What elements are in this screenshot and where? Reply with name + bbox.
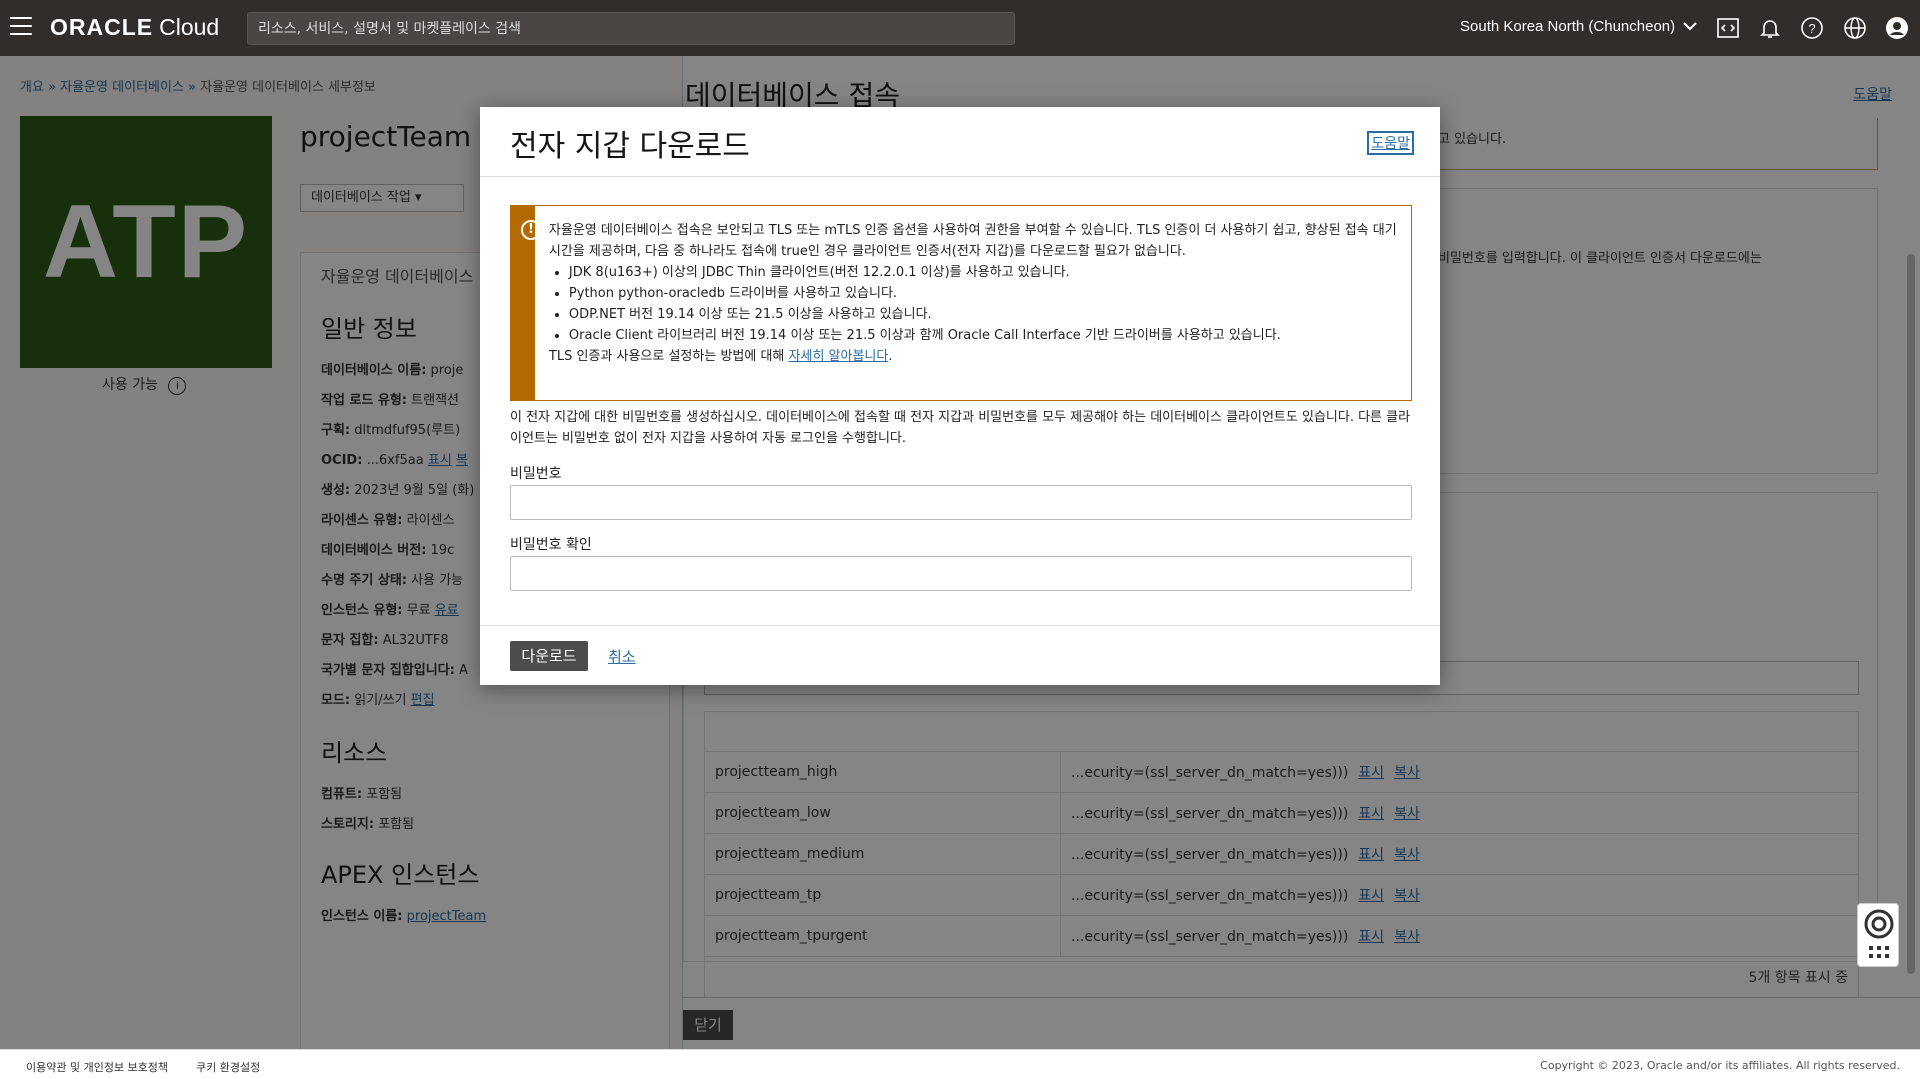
terms-link[interactable]: 이용약관 및 개인정보 보호정책 — [26, 1059, 168, 1075]
tls-notice: ! 자율운영 데이터베이스 접속은 보안되고 TLS 또는 mTLS 인증 옵션… — [510, 205, 1412, 401]
svg-text:?: ? — [1808, 21, 1815, 36]
notice-item: JDK 8(u163+) 이상의 JDBC Thin 클라이언트(버전 12.2… — [569, 262, 1397, 283]
logo-oracle: ORACLE — [50, 14, 154, 40]
region-label: South Korea North (Chuncheon) — [1460, 18, 1676, 35]
lifebuoy-icon — [1864, 909, 1894, 958]
cancel-link[interactable]: 취소 — [608, 646, 636, 667]
confirm-password-label: 비밀번호 확인 — [510, 537, 592, 553]
notice-outro-line: TLS 인증과 사용으로 설정하는 방법에 대해 자세히 알아봅니다. — [548, 349, 893, 364]
dialog-description: 이 전자 지갑에 대한 비밀번호를 생성하십시오. 데이터베이스에 접속할 때 … — [510, 410, 1411, 446]
dialog-footer: 다운로드 취소 — [480, 625, 1440, 685]
logo-cloud: Cloud — [159, 14, 220, 40]
dialog-help-link[interactable]: 도움말 — [1367, 131, 1414, 155]
top-bar: ORACLE Cloud 리소스, 서비스, 설명서 및 마켓플레이스 검색 So… — [0, 0, 1920, 56]
learn-more-link[interactable]: 자세히 알아봅니다 — [789, 349, 889, 364]
notice-text: 자율운영 데이터베이스 접속은 보안되고 TLS 또는 mTLS 인증 옵션을 … — [535, 206, 1411, 400]
download-button[interactable]: 다운로드 — [510, 641, 588, 671]
notice-intro: 자율운영 데이터베이스 접속은 보안되고 TLS 또는 mTLS 인증 옵션을 … — [548, 223, 1397, 259]
help-icon[interactable]: ? — [1800, 16, 1824, 40]
notice-item: ODP.NET 버전 19.14 이상 또는 21.5 이상을 사용하고 있습니… — [569, 304, 1397, 325]
copyright: Copyright © 2023, Oracle and/or its affi… — [1540, 1059, 1900, 1072]
download-wallet-dialog: 전자 지갑 다운로드 도움말 ! 자율운영 데이터베이스 접속은 보안되고 TL… — [480, 107, 1440, 685]
code-editor-icon[interactable] — [1716, 16, 1740, 40]
globe-icon[interactable] — [1843, 16, 1867, 40]
chevron-down-icon — [1683, 18, 1698, 35]
confirm-password-input[interactable] — [510, 556, 1412, 591]
dialog-title: 전자 지갑 다운로드 — [510, 129, 750, 164]
user-avatar-icon[interactable] — [1885, 16, 1909, 40]
notice-outro: TLS 인증과 사용으로 설정하는 방법에 대해 — [548, 349, 785, 364]
notice-bar: ! — [511, 206, 541, 400]
menu-icon[interactable] — [10, 17, 32, 35]
page-footer: 이용약관 및 개인정보 보호정책 쿠키 환경설정 Copyright © 202… — [0, 1049, 1920, 1079]
support-widget[interactable] — [1857, 903, 1899, 967]
cookie-preferences-link[interactable]: 쿠키 환경설정 — [196, 1059, 260, 1075]
warning-icon: ! — [521, 220, 541, 240]
bell-icon[interactable] — [1758, 16, 1782, 40]
oracle-cloud-logo[interactable]: ORACLE Cloud — [50, 14, 219, 41]
dialog-header: 전자 지갑 다운로드 도움말 — [480, 107, 1440, 177]
password-input[interactable] — [510, 485, 1412, 520]
search-input[interactable]: 리소스, 서비스, 설명서 및 마켓플레이스 검색 — [247, 12, 1015, 45]
notice-list: JDK 8(u163+) 이상의 JDBC Thin 클라이언트(버전 12.2… — [549, 262, 1397, 346]
region-selector[interactable]: South Korea North (Chuncheon) — [1460, 18, 1698, 35]
password-label: 비밀번호 — [510, 466, 562, 482]
notice-item: Oracle Client 라이브러리 버전 19.14 이상 또는 21.5 … — [569, 325, 1397, 346]
notice-item: Python python-oracledb 드라이버를 사용하고 있습니다. — [569, 283, 1397, 304]
